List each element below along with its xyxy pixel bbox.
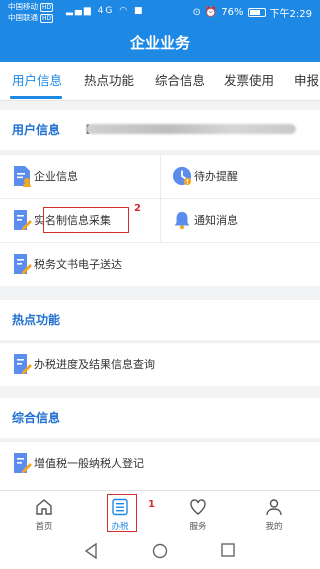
battery-percent: 76% [221,7,244,18]
menu-item-label: 办税进度及结果信息查询 [34,358,155,371]
menu-row: 增值税一般纳税人登记 [0,441,320,490]
app-notification-icon: ■ [133,6,145,16]
carrier-1: 中国移动 [8,2,38,11]
menu-item-label: 增值税一般纳税人登记 [34,457,144,470]
signal-icon: ▂▄▆ [66,6,93,16]
alarm-icon: ⏰ [204,7,218,18]
document-user-icon [14,166,31,187]
home-icon [36,499,52,515]
status-bar: 中国移动 HD 中国联通 HD ▂▄▆ 4G ◠ ■ ⊙ ⏰ 76% 下午2:29 [0,0,320,24]
status-icons: ▂▄▆ 4G ◠ ■ [66,6,144,16]
menu-item-tax-document-delivery[interactable]: 税务文书电子送达 [0,243,320,286]
recent-apps-icon[interactable] [221,543,235,557]
nfc-icon: ⊙ [192,7,201,18]
page-title: 企业业务 [129,34,190,52]
menu-item-todo-reminder[interactable]: 待办提醒 [160,155,320,198]
app-header: 企业业务 [0,24,320,62]
menu-item-company-info[interactable]: 企业信息 [0,155,160,198]
menu-row: 企业信息 待办提醒 [0,154,320,198]
signal-text: 4G [97,6,115,16]
tab-hot-functions[interactable]: 热点功能 [84,62,134,100]
edit-document-icon [14,354,32,374]
carrier-info: 中国移动 HD 中国联通 HD [8,2,54,24]
hd-badge: HD [40,14,54,23]
menu-item-label: 待办提醒 [194,170,238,183]
tab-user-info[interactable]: 用户信息 [12,62,62,100]
menu-row: 办税进度及结果信息查询 [0,342,320,386]
redacted-company-name [86,124,296,134]
back-icon[interactable] [84,543,98,559]
menu-item-label: 企业信息 [34,170,78,183]
home-circle-icon[interactable] [152,543,168,559]
edit-document-icon [14,254,32,274]
active-tab-indicator [10,96,62,99]
edit-document-icon [14,210,32,230]
menu-row: 税务文书电子送达 [0,242,320,286]
nav-profile[interactable]: 我的 [244,491,304,534]
clock-alert-icon [172,166,192,186]
status-right: ⊙ ⏰ 76% 下午2:29 [192,5,312,20]
tab-invoice-use[interactable]: 发票使用 [224,62,274,100]
annotation-box-1 [107,494,137,532]
bottom-navigation: 首页 办税 服务 我的 [0,490,320,534]
nav-service[interactable]: 服务 [168,491,228,534]
annotation-number-1: 1 [148,499,155,510]
menu-item-notifications[interactable]: 通知消息 [160,199,320,242]
section-title-general-info: 综合信息 [0,398,320,438]
bell-icon [174,211,190,230]
menu-item-label: 通知消息 [194,214,238,227]
menu-item-progress-query[interactable]: 办税进度及结果信息查询 [0,343,320,386]
edit-document-icon [14,453,32,473]
tab-declaration[interactable]: 申报 [294,62,319,100]
clock-time: 下午2:29 [269,9,312,20]
system-navigation-bar [0,533,320,569]
tab-bar: 用户信息 热点功能 综合信息 发票使用 申报 [0,62,320,101]
battery-icon [247,8,266,17]
heart-icon [190,499,206,515]
carrier-2: 中国联通 [8,13,38,22]
menu-item-label: 税务文书电子送达 [34,258,122,271]
section-gap [0,286,320,300]
section-title-hot-functions: 热点功能 [0,300,320,340]
nav-label: 首页 [35,522,53,532]
battery-fill [249,10,261,15]
section-title-text: 热点功能 [12,313,61,327]
nav-label: 我的 [265,522,283,532]
section-title-text: 用户信息 [12,123,61,137]
menu-item-vat-registration[interactable]: 增值税一般纳税人登记 [0,442,320,485]
annotation-box-2 [43,207,129,233]
wifi-icon: ◠ [119,6,130,16]
annotation-number-2: 2 [134,203,141,214]
section-title-text: 综合信息 [12,411,61,425]
person-icon [266,499,282,516]
tab-general-info[interactable]: 综合信息 [155,62,205,100]
nav-home[interactable]: 首页 [14,491,74,534]
hd-badge: HD [40,3,54,12]
nav-label: 服务 [189,522,207,532]
